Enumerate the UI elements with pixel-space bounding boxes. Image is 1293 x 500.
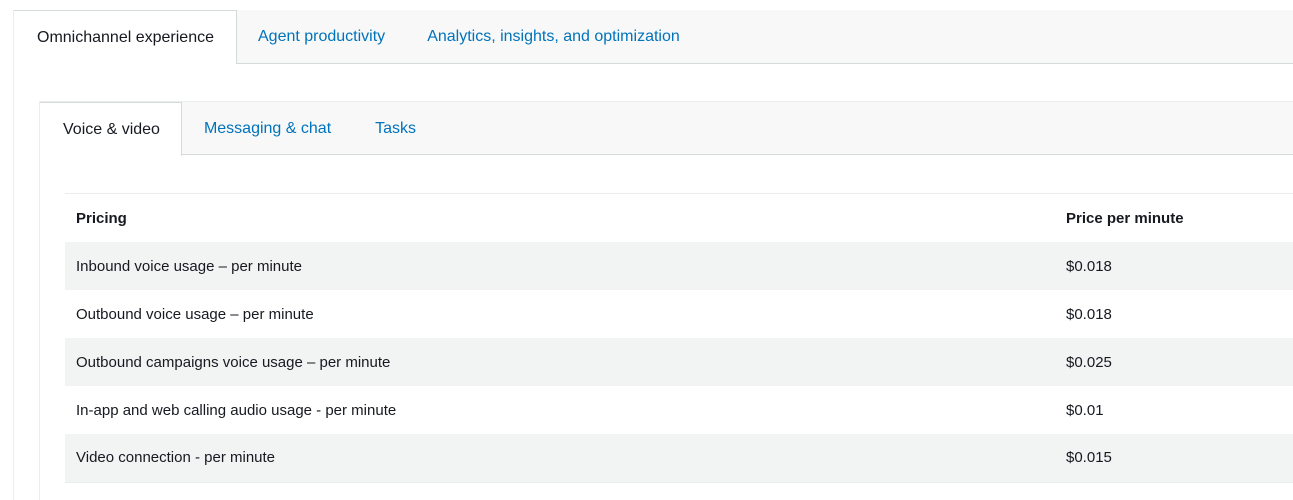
price-cell: $0.018 bbox=[1055, 242, 1293, 290]
pricing-tabs-panel: Omnichannel experience Agent productivit… bbox=[13, 10, 1293, 500]
column-header-price-per-minute: Price per minute bbox=[1066, 209, 1184, 227]
table-row: Video connection - per minute $0.015 bbox=[65, 434, 1293, 483]
tab-voice-video[interactable]: Voice & video bbox=[40, 102, 182, 156]
pricing-table-container: Pricing Price per minute Inbound voice u… bbox=[65, 193, 1293, 483]
pricing-item-cell: Outbound campaigns voice usage – per min… bbox=[65, 338, 1055, 386]
pricing-item-cell: Video connection - per minute bbox=[65, 434, 1055, 483]
price-cell: $0.01 bbox=[1066, 401, 1104, 419]
table-row: Outbound campaigns voice usage – per min… bbox=[65, 338, 1293, 386]
pricing-item-cell: In-app and web calling audio usage - per… bbox=[76, 401, 397, 419]
tab-omnichannel-experience[interactable]: Omnichannel experience bbox=[14, 10, 237, 65]
outer-tab-bar: Omnichannel experience Agent productivit… bbox=[14, 10, 1293, 65]
table-row: Inbound voice usage – per minute $0.018 bbox=[65, 242, 1293, 290]
pricing-item-cell: Inbound voice usage – per minute bbox=[65, 242, 1055, 290]
channel-tabs-panel: Voice & video Messaging & chat Tasks Pri… bbox=[39, 101, 1293, 500]
inner-tab-bar: Voice & video Messaging & chat Tasks bbox=[40, 101, 1293, 156]
tab-messaging-chat[interactable]: Messaging & chat bbox=[182, 102, 353, 155]
pricing-table: Pricing Price per minute Inbound voice u… bbox=[65, 194, 1293, 483]
tab-analytics-insights-optimization[interactable]: Analytics, insights, and optimization bbox=[406, 10, 701, 64]
table-header-row: Pricing Price per minute bbox=[65, 194, 1293, 242]
table-row: Outbound voice usage – per minute $0.018 bbox=[65, 290, 1293, 338]
tab-tasks[interactable]: Tasks bbox=[353, 102, 438, 155]
omnichannel-tab-content: Voice & video Messaging & chat Tasks Pri… bbox=[14, 64, 1293, 500]
price-cell: $0.025 bbox=[1055, 338, 1293, 386]
price-cell: $0.015 bbox=[1055, 434, 1293, 483]
table-row: In-app and web calling audio usage - per… bbox=[65, 386, 1293, 434]
price-cell: $0.018 bbox=[1066, 305, 1112, 323]
pricing-item-cell: Outbound voice usage – per minute bbox=[76, 305, 314, 323]
tab-agent-productivity[interactable]: Agent productivity bbox=[237, 10, 406, 64]
column-header-pricing: Pricing bbox=[76, 209, 127, 227]
